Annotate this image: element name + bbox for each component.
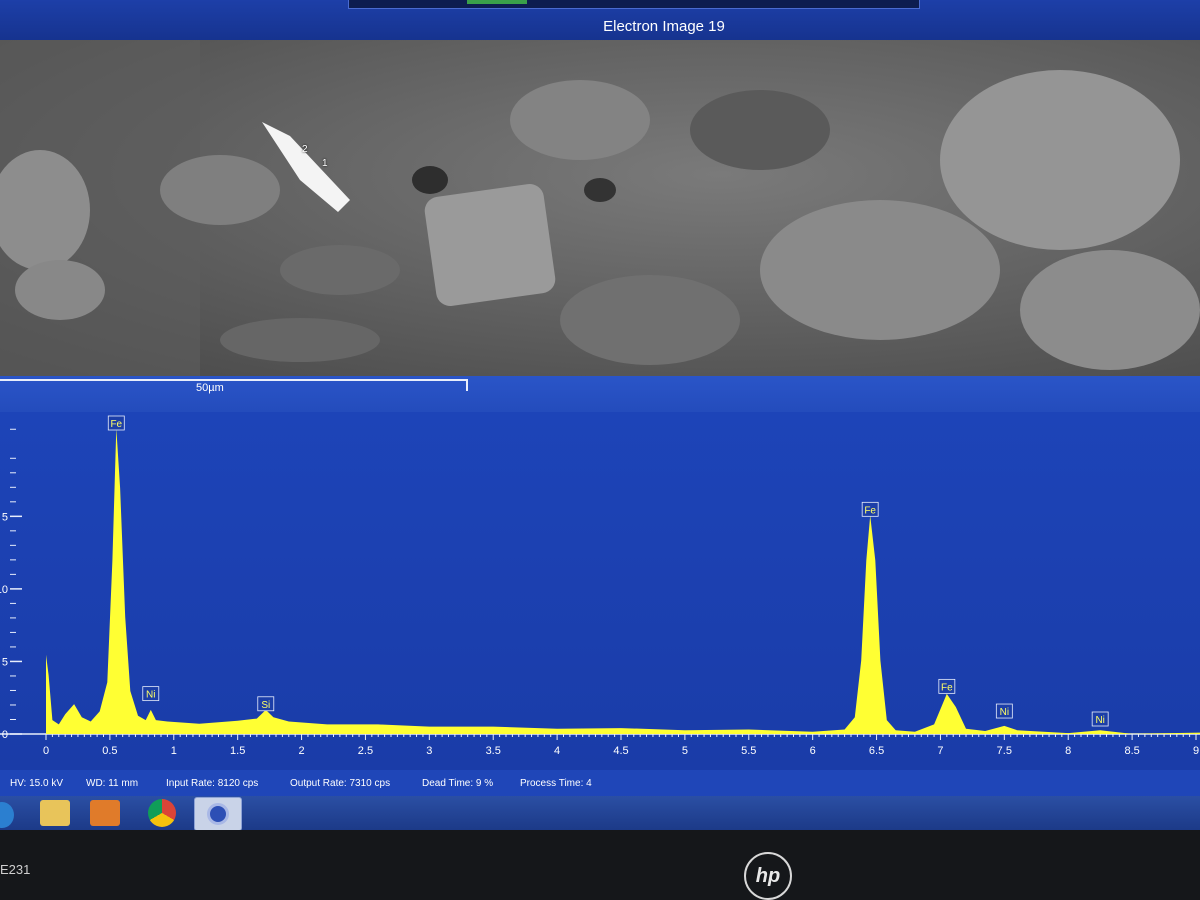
status-input-rate: Input Rate: 8120 cps xyxy=(166,778,259,789)
peak-label: Fe xyxy=(110,419,122,430)
window-title: Electron Image 19 xyxy=(603,18,725,35)
x-tick-label: 1 xyxy=(171,745,177,757)
y-tick-label: 5 xyxy=(2,656,8,668)
taskbar xyxy=(0,796,1200,830)
peak-label: Fe xyxy=(941,682,953,693)
spectrum-panel[interactable]: 0 5 10 5 0 0.5 1 1.5 2 2.5 3 3.5 4 4.5 5 5.5 6 6.5 7 7.5 8 8… xyxy=(0,412,1200,770)
monitor-model-label: E231 xyxy=(0,862,31,877)
x-tick-label: 2 xyxy=(298,745,304,757)
spectrum-chart: 0 5 10 5 0 0.5 1 1.5 2 2.5 3 3.5 4 4.5 5 5.5 6 6.5 7 7.5 8 8… xyxy=(0,412,1200,770)
x-tick-label: 7.5 xyxy=(997,745,1012,757)
x-tick-label: 4 xyxy=(554,745,560,757)
x-tick-label: 6.5 xyxy=(869,745,884,757)
x-tick-label: 8 xyxy=(1065,745,1071,757)
peak-label: Ni xyxy=(146,690,155,701)
x-tick-label: 9 xyxy=(1193,745,1199,757)
x-tick-label: 3 xyxy=(426,745,432,757)
x-tick-label: 5.5 xyxy=(741,745,756,757)
x-tick-label: 0 xyxy=(43,745,49,757)
top-toolbar-strip[interactable] xyxy=(348,0,920,9)
scale-bar xyxy=(0,379,468,391)
y-tick-label: 5 xyxy=(2,511,8,523)
title-bar: Electron Image 19 xyxy=(0,0,1200,40)
x-tick-label: 8.5 xyxy=(1124,745,1139,757)
media-player-icon[interactable] xyxy=(90,800,120,826)
chrome-icon[interactable] xyxy=(148,799,176,827)
peak-label: Ni xyxy=(1000,707,1009,718)
app-icon[interactable] xyxy=(194,797,242,830)
x-tick-label: 4.5 xyxy=(613,745,628,757)
x-tick-label: 5 xyxy=(682,745,688,757)
x-tick-label: 6 xyxy=(810,745,816,757)
spot-label-1: 1 xyxy=(322,158,328,169)
electron-image[interactable]: 2 1 xyxy=(0,40,1200,376)
status-wd: WD: 11 mm xyxy=(86,778,139,789)
x-tick-label: 7 xyxy=(937,745,943,757)
ie-icon[interactable] xyxy=(0,802,14,828)
x-tick-label: 0.5 xyxy=(102,745,117,757)
status-hv: HV: 15.0 kV xyxy=(10,778,63,789)
y-tick-label: 10 xyxy=(0,584,8,596)
hp-logo: hp xyxy=(744,852,792,900)
y-tick-label: 0 xyxy=(2,729,8,741)
folder-icon[interactable] xyxy=(40,800,70,826)
x-tick-label: 2.5 xyxy=(358,745,373,757)
peak-label: Ni xyxy=(1095,715,1104,726)
scale-bar-area: 50µm xyxy=(0,376,1200,412)
x-tick-label: 3.5 xyxy=(486,745,501,757)
peak-label: Fe xyxy=(864,505,876,516)
status-output-rate: Output Rate: 7310 cps xyxy=(290,778,391,789)
x-tick-label: 1.5 xyxy=(230,745,245,757)
status-dead-time: Dead Time: 9 % xyxy=(422,778,494,789)
status-bar: HV: 15.0 kV WD: 11 mm Input Rate: 8120 c… xyxy=(0,770,1200,796)
status-process-time: Process Time: 4 xyxy=(520,778,592,789)
monitor-screen: Electron Image 19 2 1 50µm 0 5 0 5 0 0.5… xyxy=(0,0,1200,830)
scale-label: 50µm xyxy=(196,382,224,394)
peak-label: Si xyxy=(261,700,270,711)
spot-label-2: 2 xyxy=(302,144,308,155)
